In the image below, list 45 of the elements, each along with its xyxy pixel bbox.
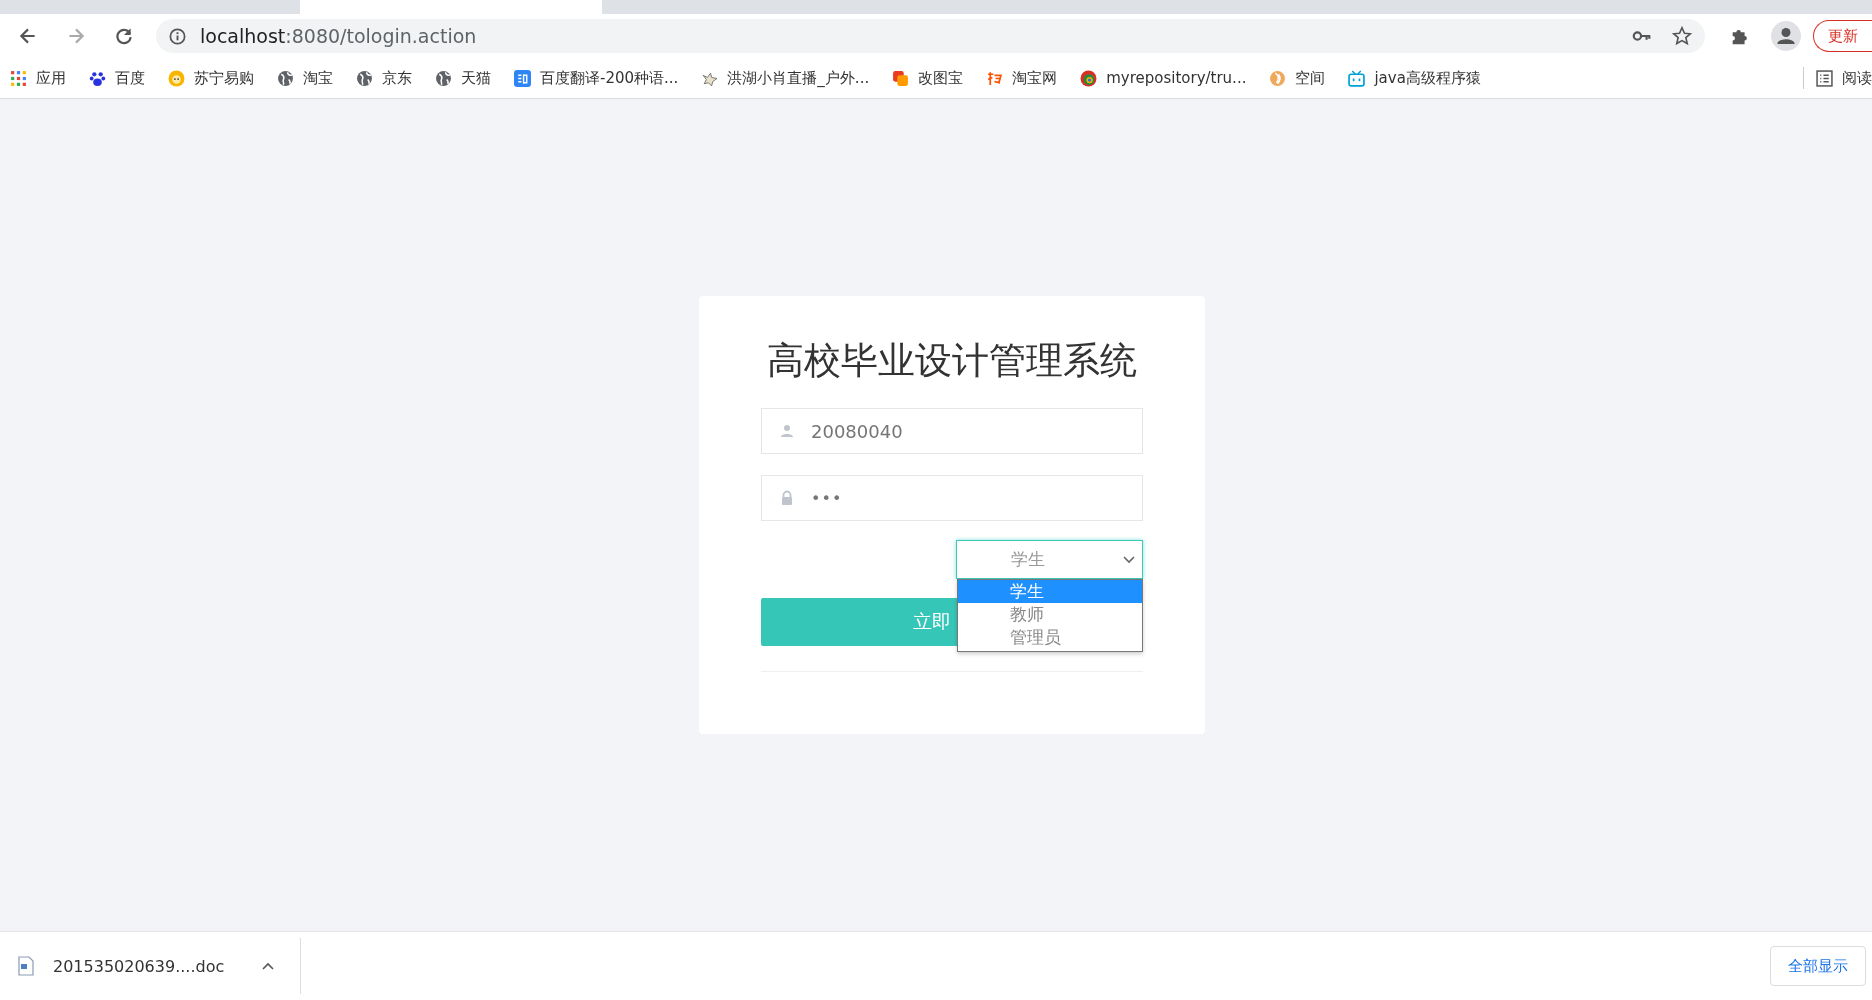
ring-icon xyxy=(1080,69,1098,87)
download-item[interactable]: 201535020639....doc xyxy=(0,932,301,1000)
bookmark-item[interactable]: 百度翻译-200种语... xyxy=(514,68,690,88)
address-bar[interactable]: localhost:8080/tologin.action xyxy=(156,19,1705,53)
username-field[interactable]: 20080040 xyxy=(761,408,1143,454)
url-text: localhost:8080/tologin.action xyxy=(200,25,477,47)
role-option[interactable]: 教师 xyxy=(958,603,1142,626)
paw-icon xyxy=(89,69,106,87)
bookmark-item[interactable]: 应用 xyxy=(10,68,77,88)
bookmark-item[interactable]: 天猫 xyxy=(435,68,502,88)
caret-up-icon[interactable] xyxy=(262,962,275,970)
bookmark-item[interactable]: java高级程序猿 xyxy=(1348,68,1492,88)
bookmark-item[interactable]: 京东 xyxy=(356,68,423,88)
translate-icon xyxy=(514,69,531,87)
bookmark-item[interactable]: 百度 xyxy=(89,68,156,88)
globe-icon xyxy=(356,69,373,87)
profile-avatar[interactable] xyxy=(1771,21,1801,51)
role-option[interactable]: 管理员 xyxy=(958,626,1142,649)
lion-icon xyxy=(168,69,185,87)
reading-list-item[interactable]: 阅读 xyxy=(1816,68,1872,88)
bookmark-item[interactable]: 淘宝网 xyxy=(986,68,1069,88)
bookmark-item[interactable]: 苏宁易购 xyxy=(168,68,265,88)
login-title: 高校毕业设计管理系统 xyxy=(766,338,1138,384)
star-icon[interactable] xyxy=(1671,25,1693,47)
bookmark-item[interactable]: 洪湖小肖直播_户外... xyxy=(701,68,881,88)
password-field[interactable]: ••• xyxy=(761,475,1143,521)
flame-icon xyxy=(1269,69,1287,87)
tv-icon xyxy=(1348,69,1366,87)
document-icon xyxy=(18,956,34,976)
reload-icon[interactable] xyxy=(113,25,135,47)
bookmark-item[interactable]: 淘宝 xyxy=(277,68,344,88)
globe-icon xyxy=(435,69,452,87)
chevron-down-icon xyxy=(1123,555,1135,564)
squares-icon xyxy=(892,69,910,87)
list-icon xyxy=(1816,69,1833,87)
globe-icon xyxy=(277,69,294,87)
apps-grid-icon xyxy=(10,69,27,87)
show-all-button[interactable]: 全部显示 xyxy=(1770,946,1866,986)
user-icon xyxy=(779,423,795,439)
info-icon[interactable] xyxy=(168,26,187,46)
lock-icon xyxy=(779,490,795,506)
update-button[interactable]: 更新 xyxy=(1813,20,1872,52)
bookmark-item[interactable]: myrepository/tru... xyxy=(1080,69,1258,87)
bookmark-item[interactable]: 空间 xyxy=(1269,68,1337,88)
bookmark-item[interactable]: 改图宝 xyxy=(892,68,975,88)
